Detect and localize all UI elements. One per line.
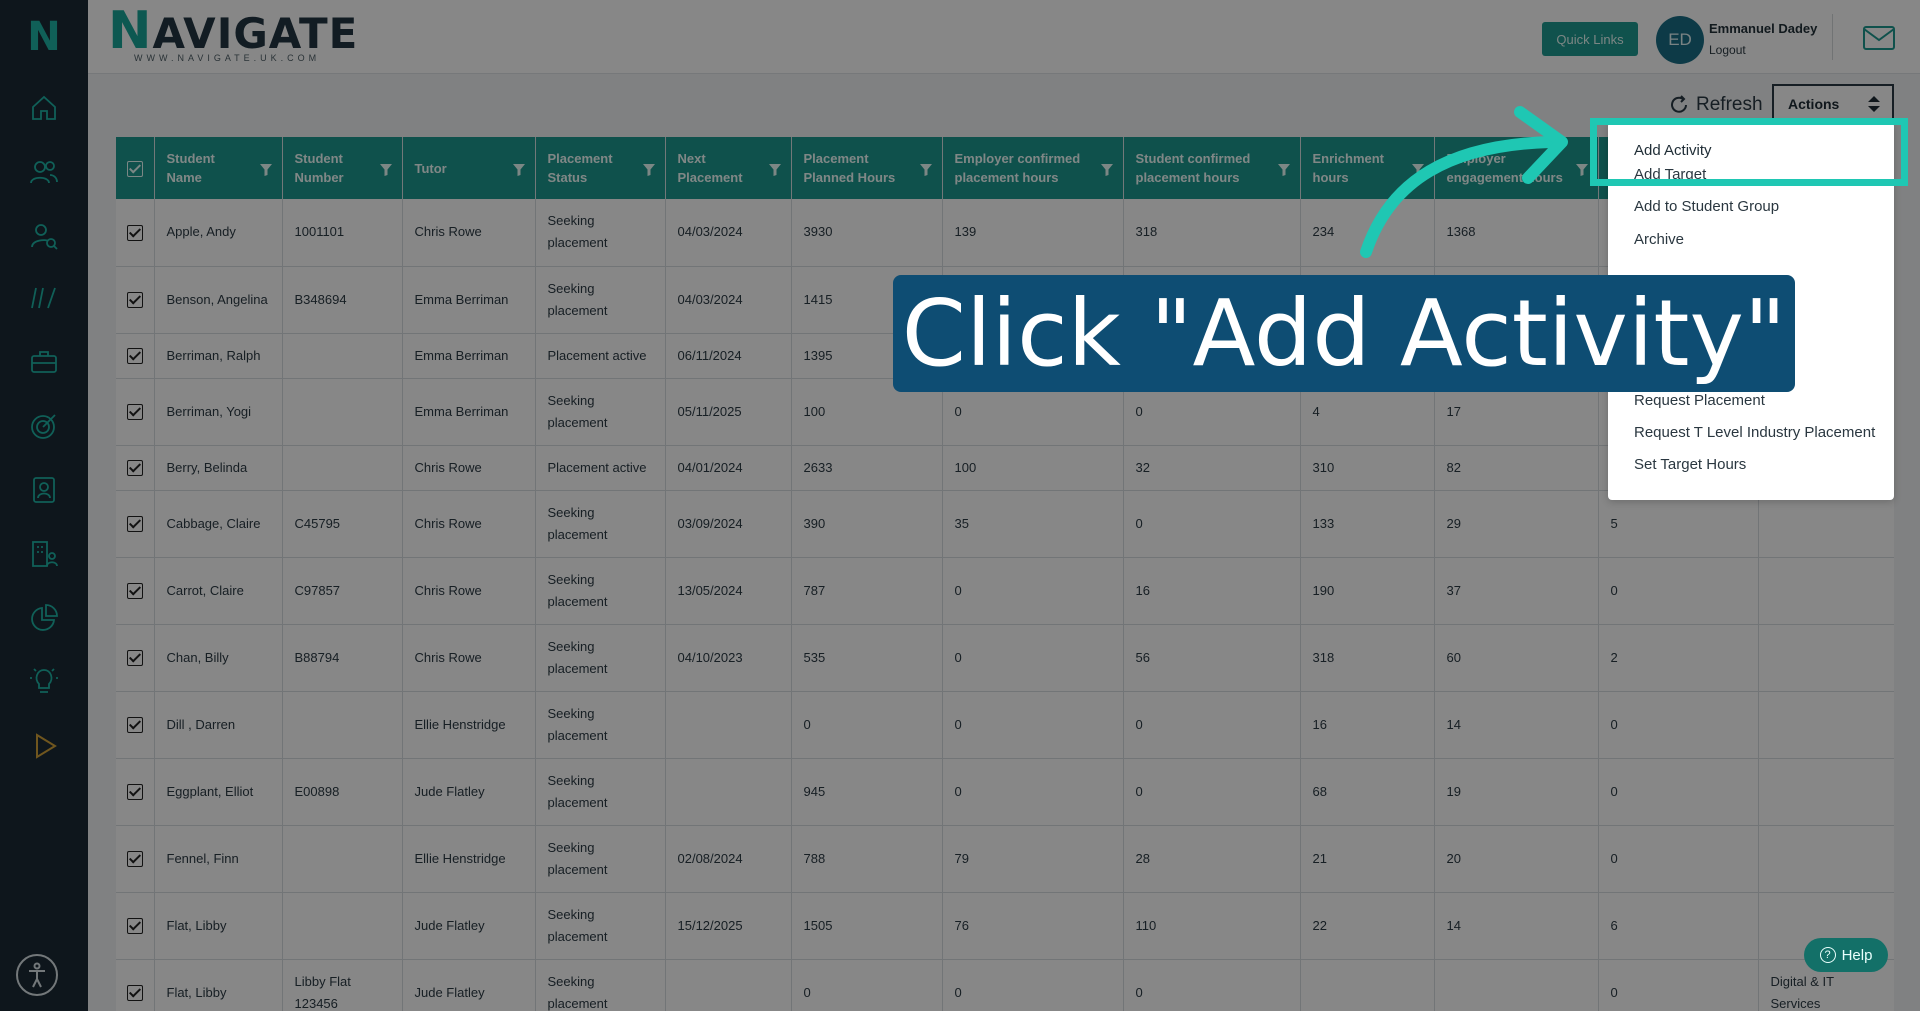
help-label: Help bbox=[1841, 946, 1873, 964]
help-button[interactable]: ? Help bbox=[1804, 938, 1888, 972]
tutorial-callout: Click "Add Activity" bbox=[893, 275, 1795, 392]
tutorial-highlight-box bbox=[1590, 118, 1908, 186]
menu-item[interactable]: Add to Student Group bbox=[1634, 198, 1779, 215]
menu-item[interactable]: Set Target Hours bbox=[1634, 456, 1746, 473]
help-question-icon: ? bbox=[1819, 947, 1836, 963]
tutorial-arrow-icon bbox=[1360, 106, 1568, 258]
menu-item[interactable]: Request T Level Industry Placement bbox=[1634, 424, 1875, 441]
menu-item[interactable]: Request Placement bbox=[1634, 392, 1765, 409]
menu-item[interactable]: Archive bbox=[1634, 231, 1684, 248]
